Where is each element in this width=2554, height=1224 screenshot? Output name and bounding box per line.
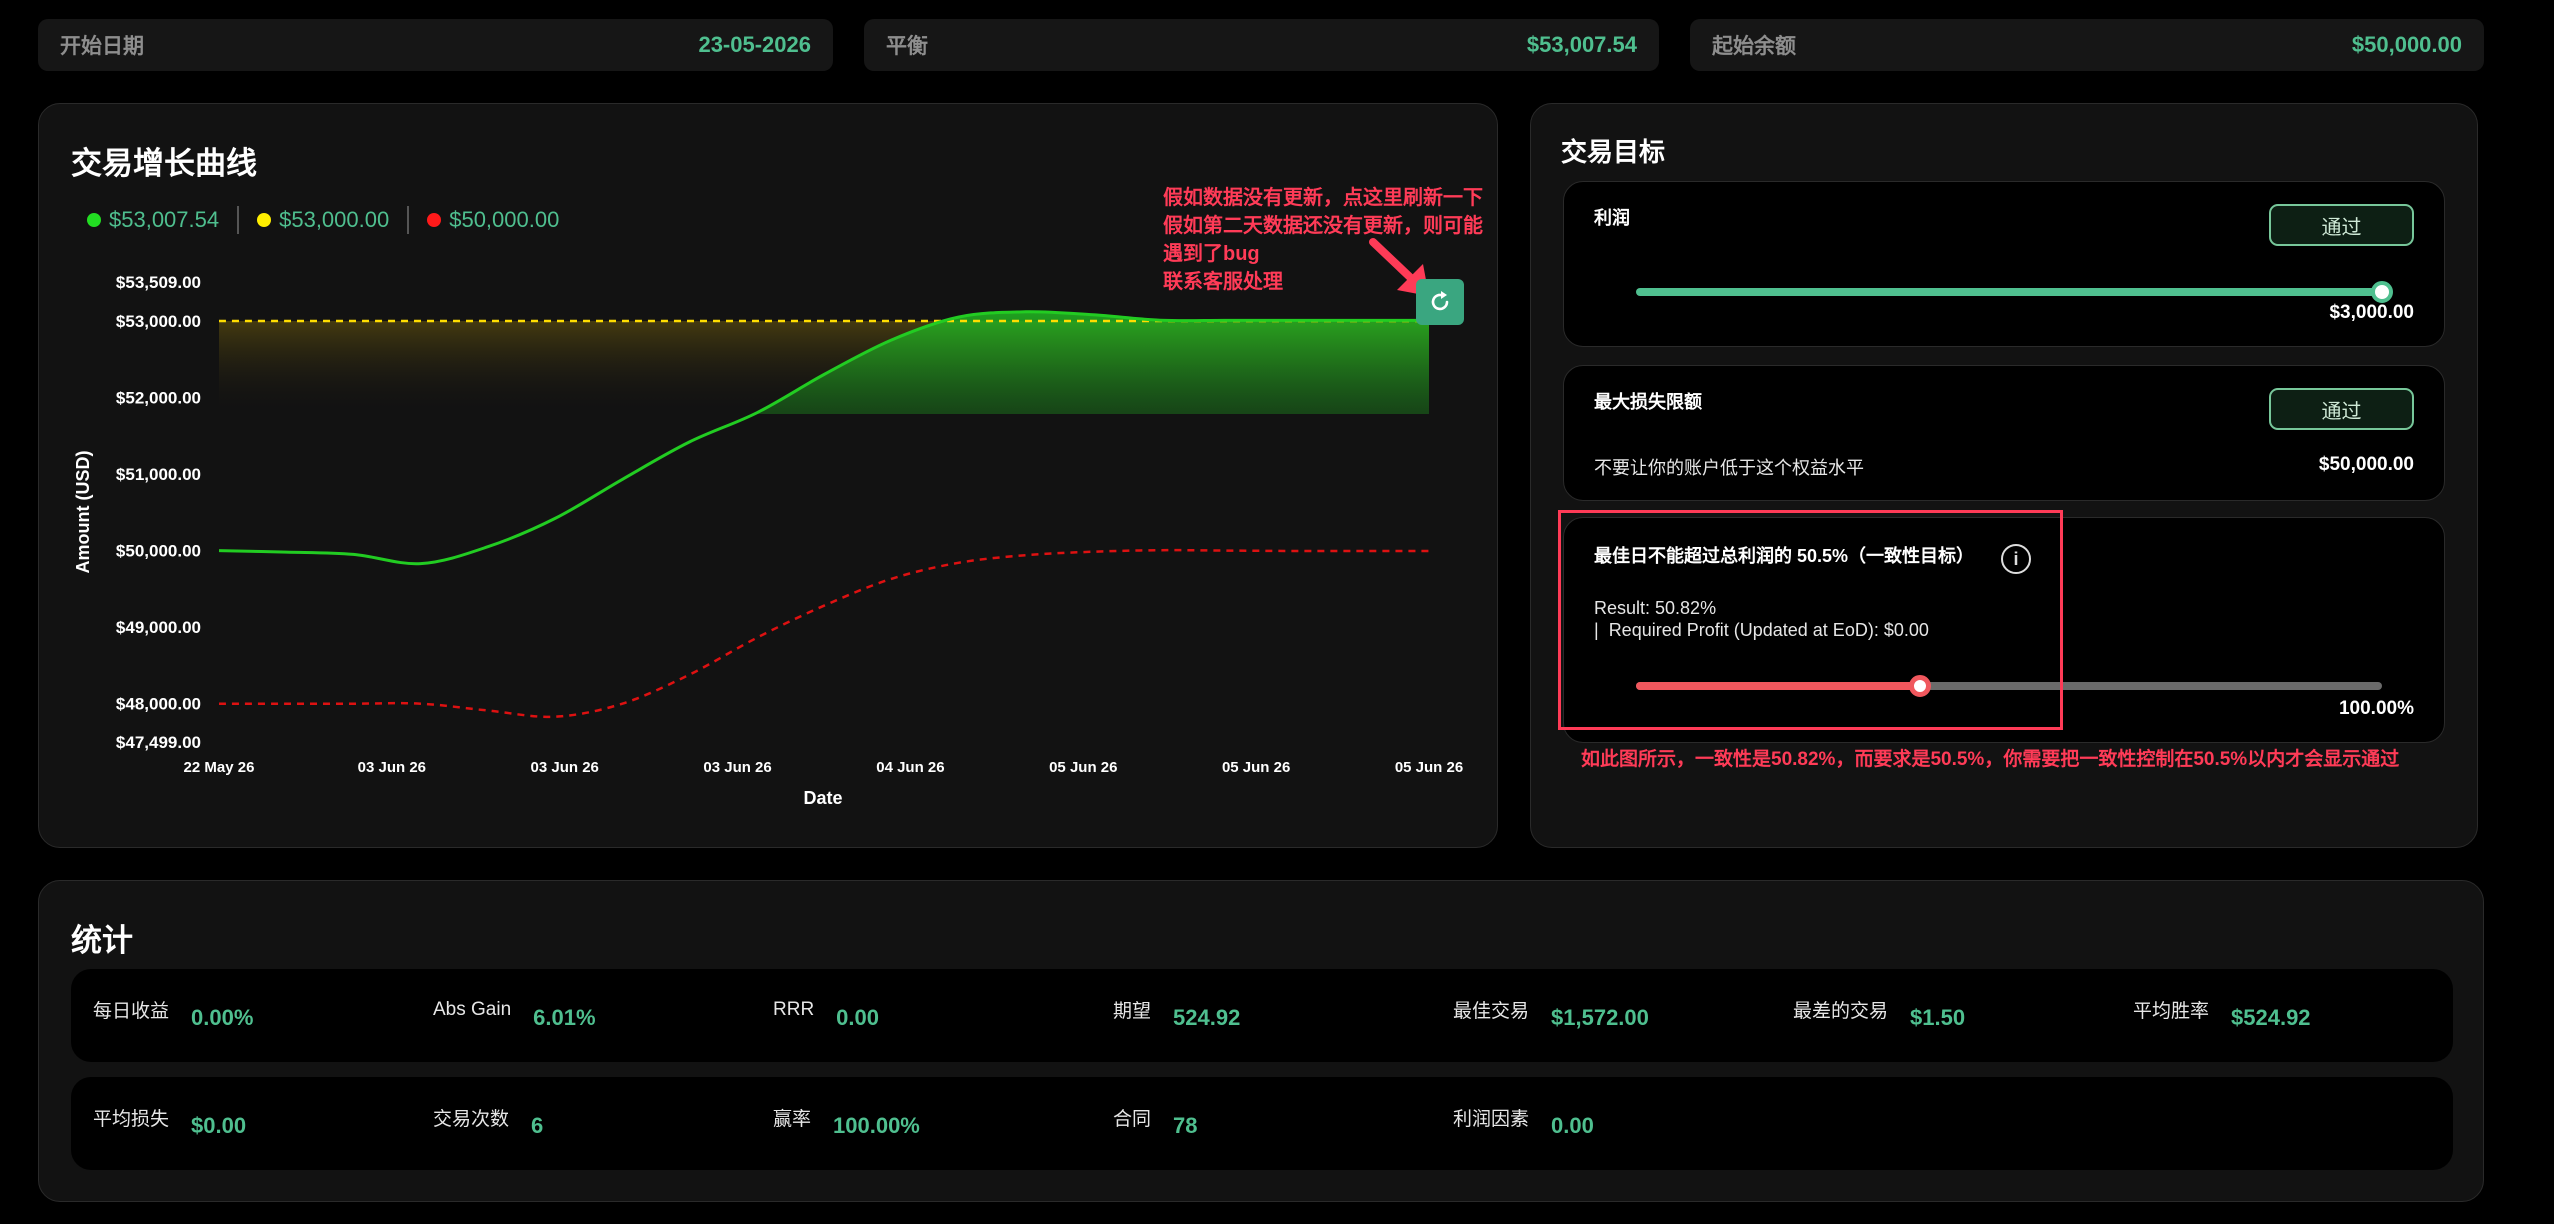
stat-label: 最差的交易 bbox=[1793, 1001, 1889, 1022]
balance-card: 平衡 $53,007.54 bbox=[864, 19, 1659, 71]
stat-item: 最佳交易 $1,572.00 bbox=[1453, 969, 1649, 1062]
profit-amount: $3,000.00 bbox=[2329, 302, 2414, 323]
stats-panel: 统计 每日收益 0.00% Abs Gain 6.01% RRR 0.00 期望 524.92… bbox=[38, 880, 2484, 1202]
stat-value: $524.92 bbox=[2231, 1004, 2311, 1030]
stat-value: 0.00 bbox=[1551, 1112, 1594, 1138]
max-loss-goal-name: 最大损失限额 bbox=[1594, 392, 1702, 412]
y-tick-label: $47,499.00 bbox=[116, 733, 201, 752]
stat-value: 6.01% bbox=[533, 1004, 596, 1030]
profit-progress-track bbox=[1636, 288, 2382, 296]
hint-line: 假如数据没有更新，点这里刷新一下 bbox=[1163, 187, 1483, 209]
dashboard: 开始日期 23-05-2026 平衡 $53,007.54 起始余额 $50,0… bbox=[0, 0, 2554, 1224]
stat-label: 利润因素 bbox=[1453, 1109, 1530, 1130]
initial-balance-card: 起始余额 $50,000.00 bbox=[1690, 19, 2484, 71]
stat-label: 每日收益 bbox=[93, 1001, 170, 1022]
stat-value: 100.00% bbox=[833, 1112, 920, 1138]
refresh-button[interactable] bbox=[1416, 279, 1464, 325]
stat-item: 平均损失 $0.00 bbox=[93, 1077, 246, 1170]
stat-item: 利润因素 0.00 bbox=[1453, 1077, 1594, 1170]
stat-item: RRR 0.00 bbox=[773, 969, 879, 1062]
x-tick-label: 03 Jun 26 bbox=[358, 759, 426, 776]
goals-title: 交易目标 bbox=[1561, 137, 1666, 167]
y-tick-label: $51,000.00 bbox=[116, 465, 201, 484]
y-tick-label: $48,000.00 bbox=[116, 695, 201, 714]
x-axis-label: Date bbox=[803, 788, 842, 808]
profit-progress-knob[interactable] bbox=[2371, 281, 2393, 303]
stat-item: Abs Gain 6.01% bbox=[433, 969, 596, 1062]
stat-label: 最佳交易 bbox=[1453, 1001, 1530, 1022]
stat-label: 交易次数 bbox=[433, 1109, 510, 1130]
y-tick-label: $49,000.00 bbox=[116, 618, 201, 637]
trading-goals-panel: 交易目标 利润 通过 $3,000.00 最大损失限额 通过 不要让你的账户低于… bbox=[1530, 103, 2478, 848]
stat-item: 期望 524.92 bbox=[1113, 969, 1240, 1062]
balance-label: 平衡 bbox=[886, 35, 928, 58]
start-date-card: 开始日期 23-05-2026 bbox=[38, 19, 833, 71]
profit-goal-name: 利润 bbox=[1594, 208, 1630, 228]
stat-item: 平均胜率 $524.92 bbox=[2133, 969, 2311, 1062]
x-tick-label: 03 Jun 26 bbox=[531, 759, 599, 776]
max-loss-description: 不要让你的账户低于这个权益水平 bbox=[1594, 458, 1864, 478]
start-date-label: 开始日期 bbox=[60, 35, 144, 58]
stat-item: 交易次数 6 bbox=[433, 1077, 543, 1170]
stat-item: 最差的交易 $1.50 bbox=[1793, 969, 1965, 1062]
y-tick-label: $50,000.00 bbox=[116, 542, 201, 561]
max-loss-pass-button[interactable]: 通过 bbox=[2269, 388, 2414, 430]
stat-label: RRR bbox=[773, 998, 815, 1020]
balance-value: $53,007.54 bbox=[1526, 32, 1637, 57]
stat-item: 合同 78 bbox=[1113, 1077, 1198, 1170]
x-tick-label: 05 Jun 26 bbox=[1222, 759, 1290, 776]
growth-chart-panel: 交易增长曲线 $53,007.54 $53,000.00 $50,000.00 bbox=[38, 103, 1498, 848]
y-tick-label: $53,509.00 bbox=[116, 273, 201, 292]
x-tick-label: 05 Jun 26 bbox=[1049, 759, 1117, 776]
consistency-annotation: 如此图所示，一致性是50.82%，而要求是50.5%，你需要把一致性控制在50.… bbox=[1581, 749, 2400, 770]
y-axis-label: Amount (USD) bbox=[73, 451, 93, 574]
floor-series-line[interactable] bbox=[219, 548, 1429, 719]
x-tick-label: 22 May 26 bbox=[184, 759, 255, 776]
stat-label: 合同 bbox=[1113, 1109, 1152, 1130]
stat-value: $0.00 bbox=[191, 1112, 247, 1138]
max-loss-goal-card: 最大损失限额 通过 不要让你的账户低于这个权益水平 $50,000.00 bbox=[1563, 365, 2445, 501]
consistency-max-label: 100.00% bbox=[2338, 698, 2414, 719]
stats-row-2: 平均损失 $0.00 交易次数 6 赢率 100.00% 合同 78 利润因素 0.00 bbox=[71, 1077, 2453, 1170]
x-tick-label: 05 Jun 26 bbox=[1395, 759, 1463, 776]
stat-label: 平均损失 bbox=[93, 1109, 170, 1130]
stat-value: $1,572.00 bbox=[1551, 1004, 1649, 1030]
stat-value: 0.00 bbox=[836, 1004, 879, 1030]
x-tick-label: 03 Jun 26 bbox=[703, 759, 771, 776]
initial-balance-label: 起始余额 bbox=[1712, 35, 1796, 58]
refresh-icon bbox=[1431, 291, 1449, 311]
max-loss-amount: $50,000.00 bbox=[2318, 454, 2414, 475]
initial-balance-value: $50,000.00 bbox=[2351, 32, 2462, 57]
stat-label: Abs Gain bbox=[433, 998, 512, 1020]
stat-value: $1.50 bbox=[1910, 1004, 1966, 1030]
stat-value: 0.00% bbox=[191, 1004, 254, 1030]
highlight-box bbox=[1558, 510, 2063, 730]
stat-value: 524.92 bbox=[1173, 1004, 1241, 1030]
stat-label: 赢率 bbox=[773, 1109, 812, 1130]
stat-item: 每日收益 0.00% bbox=[93, 969, 253, 1062]
profit-goal-card: 利润 通过 $3,000.00 bbox=[1563, 181, 2445, 347]
stat-value: 6 bbox=[531, 1112, 544, 1138]
stats-title: 统计 bbox=[71, 923, 133, 958]
stat-label: 期望 bbox=[1113, 1001, 1152, 1022]
stat-label: 平均胜率 bbox=[2133, 1001, 2210, 1022]
profit-pass-button[interactable]: 通过 bbox=[2269, 204, 2414, 246]
stat-value: 78 bbox=[1173, 1112, 1198, 1138]
stats-row-1: 每日收益 0.00% Abs Gain 6.01% RRR 0.00 期望 524.92 最佳交… bbox=[71, 969, 2453, 1062]
x-tick-label: 04 Jun 26 bbox=[876, 759, 944, 776]
y-tick-label: $52,000.00 bbox=[116, 388, 201, 407]
stat-item: 赢率 100.00% bbox=[773, 1077, 920, 1170]
y-tick-label: $53,000.00 bbox=[116, 312, 201, 331]
start-date-value: 23-05-2026 bbox=[698, 32, 811, 57]
